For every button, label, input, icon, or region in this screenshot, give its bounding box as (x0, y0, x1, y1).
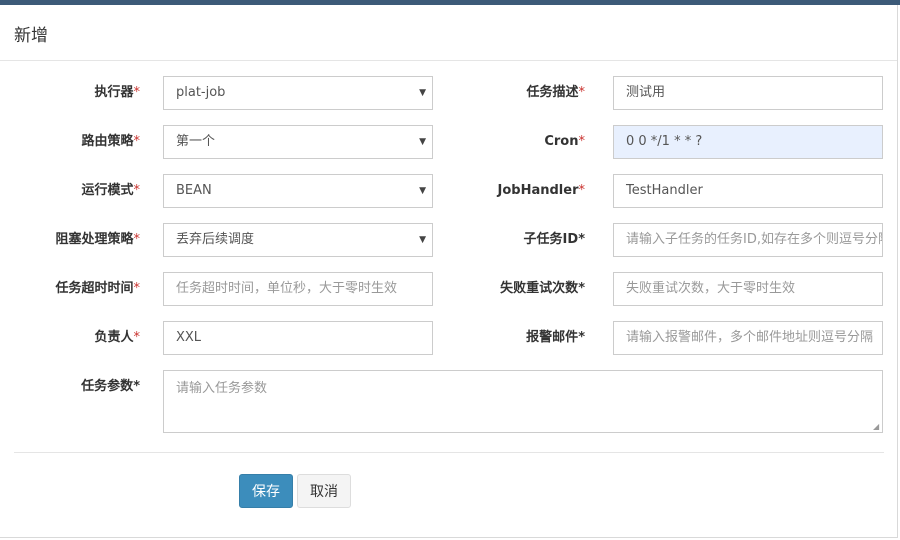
run-mode-select[interactable]: BEAN ▼ (163, 174, 433, 208)
run-mode-label: 运行模式* (81, 183, 140, 198)
alarm-email-label: 报警邮件* (526, 330, 585, 345)
run-mode-value: BEAN (176, 183, 212, 198)
block-strategy-select[interactable]: 丢弃后续调度 ▼ (163, 223, 433, 257)
executor-select[interactable]: plat-job ▼ (163, 76, 433, 110)
task-desc-input[interactable]: 测试用 (613, 76, 883, 110)
footer-divider (14, 452, 884, 453)
author-label: 负责人* (94, 330, 140, 345)
chevron-down-icon: ▼ (419, 235, 426, 245)
block-strategy-value: 丢弃后续调度 (176, 232, 255, 247)
child-job-id-placeholder: 请输入子任务的任务ID,如存在多个则逗号分隔 (626, 232, 883, 247)
author-input[interactable]: XXL (163, 321, 433, 355)
alarm-email-placeholder: 请输入报警邮件，多个邮件地址则逗号分隔 (626, 330, 874, 345)
task-param-label: 任务参数* (81, 379, 140, 394)
job-handler-value: TestHandler (626, 183, 703, 198)
block-strategy-label: 阻塞处理策略* (55, 232, 140, 247)
cancel-button[interactable]: 取消 (297, 474, 351, 508)
job-form: 执行器* plat-job ▼ 路由策略* 第一个 ▼ 运行模式* BEAN ▼… (0, 0, 900, 540)
chevron-down-icon: ▼ (419, 88, 426, 98)
cron-label: Cron* (544, 134, 585, 149)
timeout-label: 任务超时时间* (55, 281, 140, 296)
route-strategy-label: 路由策略* (81, 134, 140, 149)
cron-value: 0 0 */1 * * ? (626, 134, 703, 149)
cron-input[interactable]: 0 0 */1 * * ? (613, 125, 883, 159)
chevron-down-icon: ▼ (419, 186, 426, 196)
child-job-id-label: 子任务ID* (523, 232, 585, 247)
save-button[interactable]: 保存 (239, 474, 293, 508)
resize-grip-icon[interactable]: ◢ (873, 423, 881, 431)
task-param-textarea[interactable]: 请输入任务参数 ◢ (163, 370, 883, 433)
alarm-email-input[interactable]: 请输入报警邮件，多个邮件地址则逗号分隔 (613, 321, 883, 355)
task-desc-label: 任务描述* (526, 85, 585, 100)
fail-retry-label: 失败重试次数* (500, 281, 585, 296)
child-job-id-input[interactable]: 请输入子任务的任务ID,如存在多个则逗号分隔 (613, 223, 883, 257)
job-handler-label: JobHandler* (497, 183, 585, 198)
fail-retry-input[interactable]: 失败重试次数，大于零时生效 (613, 272, 883, 306)
route-strategy-value: 第一个 (176, 134, 216, 149)
task-desc-value: 测试用 (626, 85, 666, 100)
timeout-input[interactable]: 任务超时时间，单位秒，大于零时生效 (163, 272, 433, 306)
fail-retry-placeholder: 失败重试次数，大于零时生效 (626, 281, 796, 296)
timeout-placeholder: 任务超时时间，单位秒，大于零时生效 (176, 281, 398, 296)
task-param-placeholder: 请输入任务参数 (176, 381, 268, 396)
job-handler-input[interactable]: TestHandler (613, 174, 883, 208)
author-value: XXL (176, 330, 202, 345)
route-strategy-select[interactable]: 第一个 ▼ (163, 125, 433, 159)
executor-label: 执行器* (94, 85, 140, 100)
executor-value: plat-job (176, 85, 226, 100)
chevron-down-icon: ▼ (419, 137, 426, 147)
